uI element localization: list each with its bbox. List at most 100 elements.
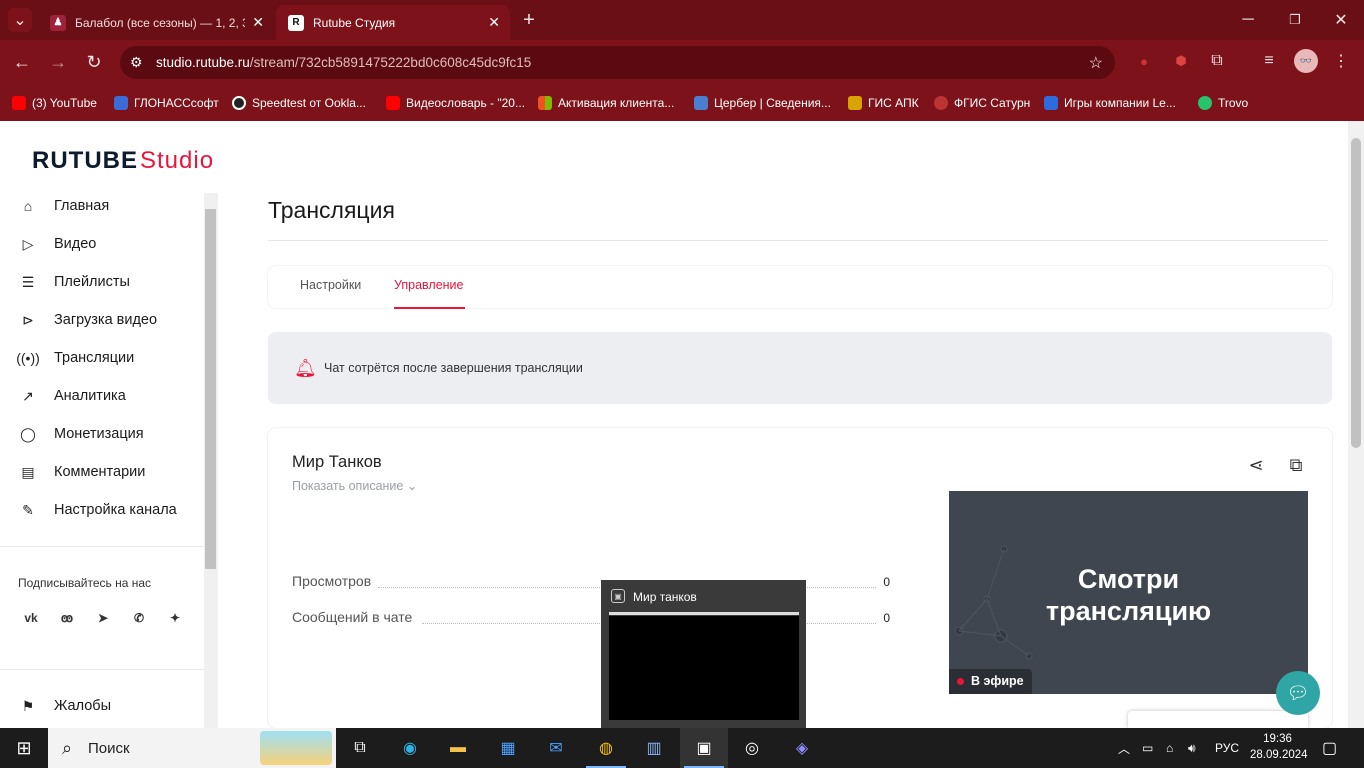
- bookmark-star-icon[interactable]: ☆: [1089, 53, 1103, 73]
- notifications-icon[interactable]: ▢: [1322, 728, 1337, 768]
- bookmark-lesta[interactable]: Игры компании Le...: [1044, 85, 1176, 121]
- obs-icon[interactable]: ◎: [728, 728, 776, 768]
- bookmark-saturn[interactable]: ФГИС Сатурн: [934, 85, 1030, 121]
- logo-studio: Studio: [140, 147, 215, 174]
- sidebar-scroll-thumb[interactable]: [205, 209, 216, 569]
- dzen-icon[interactable]: ✦: [162, 605, 188, 631]
- menu-kebab-icon[interactable]: ⋮: [1330, 50, 1352, 72]
- edge-icon[interactable]: ◉: [386, 728, 434, 768]
- tab-search-chevron-icon[interactable]: ⌄: [8, 8, 32, 32]
- live-badge-label: В эфире: [971, 674, 1024, 688]
- sidebar-item-channel-settings[interactable]: ✎ Настройка канала: [18, 495, 177, 525]
- sidebar-item-label: Аналитика: [54, 388, 126, 404]
- close-tab-icon[interactable]: ✕: [488, 14, 500, 31]
- sidebar-item-video[interactable]: ▷ Видео: [18, 229, 97, 259]
- rutube-studio-logo[interactable]: RUTUBEStudio: [32, 147, 214, 175]
- bookmark-glonass[interactable]: ГЛОНАССсофт: [114, 85, 219, 121]
- minimize-icon[interactable]: ─: [1236, 8, 1260, 32]
- glonass-icon: [114, 96, 128, 110]
- tab-balabol[interactable]: ♟ Балабол (все сезоны) — 1, 2, 3 ✕: [38, 5, 274, 40]
- store-icon[interactable]: ▦: [484, 728, 532, 768]
- ok-icon[interactable]: ꙭ: [54, 605, 80, 631]
- game-center-icon[interactable]: ◈: [778, 728, 826, 768]
- windows-start-icon[interactable]: ⊞: [0, 728, 48, 768]
- media-queue-icon[interactable]: ≡: [1258, 50, 1280, 72]
- chrome-icon[interactable]: ◍: [582, 728, 630, 768]
- speedtest-icon: [232, 96, 246, 110]
- sidebar-item-complaints[interactable]: ⚑ Жалобы: [18, 691, 111, 721]
- tab-management[interactable]: Управление: [394, 278, 464, 292]
- sidebar-item-home[interactable]: ⌂ Главная: [18, 191, 109, 221]
- profile-icon[interactable]: 👓: [1294, 49, 1318, 73]
- file-explorer-icon[interactable]: ▬: [434, 728, 482, 768]
- bookmark-trovo[interactable]: Trovo: [1198, 85, 1248, 121]
- calculator-icon[interactable]: ▥: [630, 728, 678, 768]
- reload-icon[interactable]: ↻: [82, 50, 106, 74]
- sidebar-item-monetization[interactable]: ◯ Монетизация: [18, 419, 143, 449]
- close-tab-icon[interactable]: ✕: [252, 14, 264, 31]
- bookmark-label: Цербер | Сведения...: [714, 96, 831, 110]
- show-description-toggle[interactable]: Показать описание ⌄: [292, 478, 417, 493]
- page-title: Трансляция: [268, 197, 395, 223]
- extension-shield-icon[interactable]: ⬢: [1170, 50, 1192, 72]
- bookmark-speedtest[interactable]: Speedtest от Ookla...: [232, 85, 366, 121]
- close-window-icon[interactable]: ✕: [1329, 8, 1353, 32]
- forward-arrow-icon[interactable]: →: [46, 50, 70, 74]
- vk-icon[interactable]: vk: [18, 605, 44, 631]
- lesta-icon: [1044, 96, 1058, 110]
- task-view-icon[interactable]: ⧉: [336, 728, 384, 768]
- telegram-icon[interactable]: ➤: [90, 605, 116, 631]
- tray-device-icon[interactable]: ▭: [1142, 728, 1153, 768]
- sidebar-item-label: Жалобы: [54, 698, 112, 714]
- search-highlight-image: [260, 731, 332, 765]
- language-indicator[interactable]: РУС: [1215, 728, 1239, 768]
- bookmark-videoslovar[interactable]: Видеословарь - "20...: [386, 85, 525, 121]
- sidebar-item-upload[interactable]: ⊳ Загрузка видео: [18, 305, 157, 335]
- tab-rutube-studio[interactable]: R Rutube Студия ✕: [276, 5, 510, 40]
- logo-main: RUTUBE: [32, 147, 138, 174]
- share-icon[interactable]: ⋖: [1244, 453, 1268, 477]
- open-external-icon[interactable]: ⧉: [1284, 453, 1308, 477]
- sidebar-item-playlists[interactable]: ☰ Плейлисты: [18, 267, 130, 297]
- tanks-game-icon[interactable]: ▣: [680, 728, 728, 768]
- mail-icon[interactable]: ✉: [532, 728, 580, 768]
- gis-apk-icon: [848, 96, 862, 110]
- bookmarks-bar: (3) YouTube ГЛОНАССсофт Speedtest от Ook…: [0, 85, 1364, 121]
- sidebar-item-analytics[interactable]: ↗ Аналитика: [18, 381, 126, 411]
- site-info-icon[interactable]: ⚙: [130, 54, 143, 71]
- bookmark-cerber[interactable]: Цербер | Сведения...: [694, 85, 831, 121]
- tab-settings[interactable]: Настройки: [300, 278, 361, 292]
- extension-drop-icon[interactable]: ●: [1133, 50, 1155, 72]
- back-arrow-icon[interactable]: ←: [10, 50, 34, 74]
- restore-icon[interactable]: ❐: [1283, 8, 1307, 32]
- sidebar-item-comments[interactable]: ▤ Комментарии: [18, 457, 145, 487]
- bookmark-activation[interactable]: Активация клиента...: [538, 85, 674, 121]
- sidebar-item-label: Настройка канала: [54, 502, 177, 518]
- network-icon[interactable]: ⌂: [1166, 728, 1173, 768]
- tab-title: Rutube Студия: [313, 15, 396, 30]
- taskbar-clock[interactable]: 19:36 28.09.2024: [1250, 731, 1308, 763]
- support-chat-button[interactable]: 💬︎: [1276, 671, 1320, 715]
- browser-toolbar: ← → ↻ ⚙ studio.rutube.ru/stream/732cb589…: [0, 40, 1364, 85]
- bookmark-label: (3) YouTube: [32, 96, 97, 110]
- bookmark-label: Trovo: [1218, 96, 1249, 110]
- sidebar-item-label: Видео: [54, 236, 97, 252]
- extensions-puzzle-icon[interactable]: ⧉: [1206, 50, 1228, 72]
- taskbar-window-preview[interactable]: ▣ Мир танков: [601, 580, 806, 728]
- page-scroll-thumb[interactable]: [1351, 138, 1361, 448]
- taskbar-search[interactable]: ⌕ Поиск: [48, 728, 336, 768]
- youtube-icon: [386, 96, 400, 110]
- viber-icon[interactable]: ✆: [126, 605, 152, 631]
- bookmark-label: Speedtest от Ookla...: [252, 96, 366, 110]
- sidebar-item-broadcasts[interactable]: ((•)) Трансляции: [16, 343, 134, 373]
- volume-icon[interactable]: 🔊︎: [1188, 728, 1196, 768]
- bookmark-youtube[interactable]: (3) YouTube: [12, 85, 97, 121]
- new-tab-button[interactable]: +: [518, 9, 540, 31]
- address-bar[interactable]: ⚙ studio.rutube.ru/stream/732cb589147522…: [120, 46, 1115, 79]
- sidebar: ⌂ Главная ▷ Видео ☰ Плейлисты ⊳ Загрузка вид…: [0, 191, 205, 728]
- show-description-label: Показать описание: [292, 479, 404, 493]
- live-dot-icon: [957, 678, 964, 685]
- bookmark-gis-apk[interactable]: ГИС АПК: [848, 85, 919, 121]
- tray-chevron-icon[interactable]: ︿: [1118, 728, 1130, 768]
- stream-preview[interactable]: Смотри трансляцию В эфире: [949, 491, 1308, 694]
